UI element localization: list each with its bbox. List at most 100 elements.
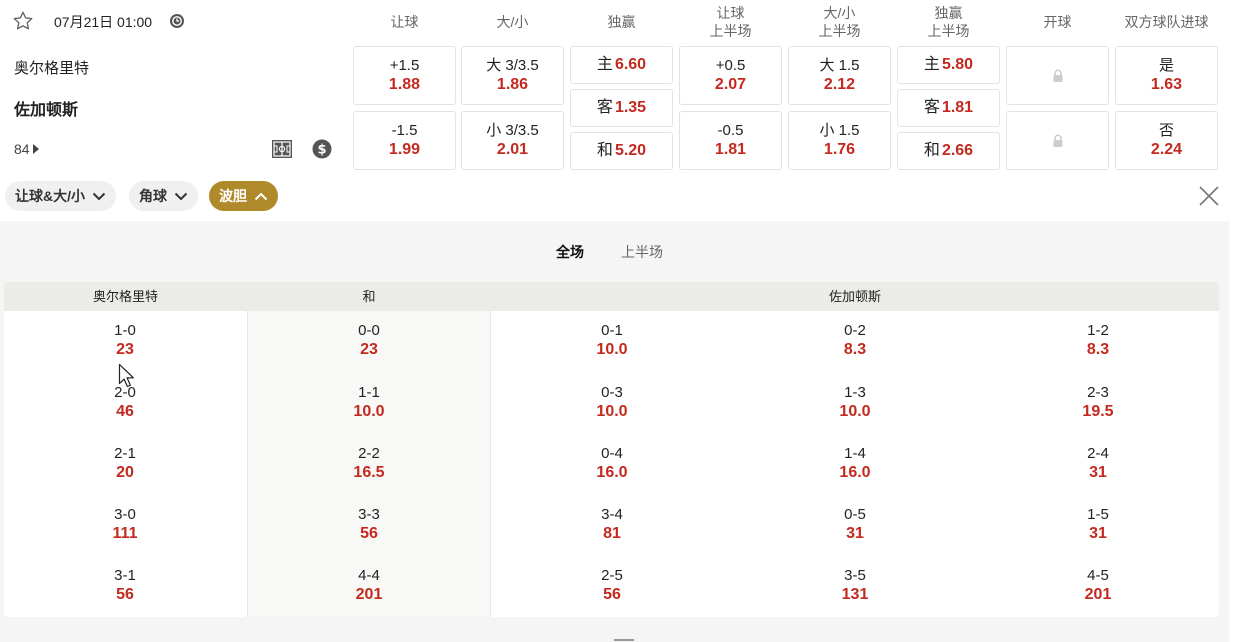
odds-cell-moneyline-draw[interactable]: 和 5.20 bbox=[570, 132, 673, 170]
score-cell[interactable]: 1-5 31 bbox=[1038, 506, 1158, 544]
odds-label: 是 bbox=[1158, 56, 1174, 74]
score-label: 2-3 bbox=[1087, 384, 1109, 401]
score-cell[interactable]: 3-3 56 bbox=[309, 506, 429, 544]
odds-cell-moneyline-home[interactable]: 主 6.60 bbox=[570, 46, 673, 84]
grid-header-home: 奥尔格里特 bbox=[92, 289, 158, 304]
odds-cell-handicap-away[interactable]: -1.5 1.99 bbox=[353, 111, 456, 170]
star-icon[interactable] bbox=[12, 10, 34, 32]
score-label: 3-4 bbox=[601, 506, 623, 523]
filter-label: 角球 bbox=[139, 188, 167, 204]
score-cell[interactable]: 0-3 10.0 bbox=[552, 384, 672, 422]
score-cell[interactable]: 1-1 10.0 bbox=[309, 384, 429, 422]
score-odds: 56 bbox=[603, 586, 621, 603]
odds-cell-total-ht-under[interactable]: 小 1.5 1.76 bbox=[788, 111, 891, 170]
score-cell[interactable]: 1-4 16.0 bbox=[795, 445, 915, 483]
odds-cell-total-ht-over[interactable]: 大 1.5 2.12 bbox=[788, 46, 891, 105]
score-cell[interactable]: 3-4 81 bbox=[552, 506, 672, 544]
odds-cell-moneyline-ht-home[interactable]: 主 5.80 bbox=[897, 46, 1000, 84]
score-cell[interactable]: 0-0 23 bbox=[309, 322, 429, 360]
score-cell[interactable]: 0-5 31 bbox=[795, 506, 915, 544]
col-head-total-ht: 大/小 上半场 bbox=[788, 0, 891, 44]
score-cell[interactable]: 2-0 46 bbox=[65, 384, 185, 422]
odds-cell-handicap-home[interactable]: +1.5 1.88 bbox=[353, 46, 456, 105]
score-odds: 23 bbox=[360, 341, 378, 358]
odds-cell-kickoff-locked bbox=[1006, 46, 1109, 105]
score-label: 0-1 bbox=[601, 322, 623, 339]
score-label: 3-5 bbox=[844, 567, 866, 584]
score-cell[interactable]: 2-1 20 bbox=[65, 445, 185, 483]
score-odds: 31 bbox=[846, 525, 864, 542]
pitch-icon[interactable] bbox=[271, 139, 293, 159]
tab-first-half[interactable]: 上半场 bbox=[621, 242, 663, 262]
score-label: 1-3 bbox=[844, 384, 866, 401]
score-cell[interactable]: 4-4 201 bbox=[309, 567, 429, 605]
odds-cell-total-over[interactable]: 大 3/3.5 1.86 bbox=[461, 46, 564, 105]
home-team: 奥尔格里特 bbox=[14, 60, 90, 77]
col-head-label: 大/小 bbox=[496, 14, 529, 30]
score-odds: 8.3 bbox=[1086, 341, 1110, 358]
col-head-handicap: 让球 bbox=[353, 0, 456, 44]
grid-header-away: 佐加顿斯 bbox=[828, 289, 881, 304]
odds-label: 大 1.5 bbox=[819, 56, 860, 74]
svg-text:$: $ bbox=[317, 143, 326, 158]
col-head-label: 大/小 bbox=[823, 5, 856, 21]
col-head-label: 独赢 bbox=[934, 5, 963, 21]
odds-label: 大 3/3.5 bbox=[486, 56, 539, 74]
score-cell[interactable]: 0-4 16.0 bbox=[552, 445, 672, 483]
odds-cell-btts-no[interactable]: 否 2.24 bbox=[1115, 111, 1218, 170]
match-row: 07月21日 01:00 奥尔格里特 佐加顿斯 84 $ 让球 大/小 独赢 让… bbox=[0, 0, 1246, 176]
tab-fulltime[interactable]: 全场 bbox=[556, 242, 584, 262]
col-head-label: 独赢 bbox=[607, 14, 636, 30]
score-odds: 20 bbox=[116, 464, 134, 481]
panel-more-indicator-icon bbox=[614, 639, 634, 641]
score-label: 2-1 bbox=[114, 445, 136, 462]
odds-value: 6.60 bbox=[614, 56, 647, 73]
score-odds: 10.0 bbox=[353, 403, 385, 420]
score-odds: 19.5 bbox=[1082, 403, 1114, 420]
more-markets-link[interactable]: 84 bbox=[14, 141, 39, 157]
score-label: 3-0 bbox=[114, 506, 136, 523]
score-label: 0-5 bbox=[844, 506, 866, 523]
odds-value: 2.24 bbox=[1150, 140, 1183, 158]
odds-value: 2.66 bbox=[941, 142, 974, 159]
score-cell[interactable]: 2-4 31 bbox=[1038, 445, 1158, 483]
filter-correct-score[interactable]: 波胆 bbox=[209, 181, 278, 211]
score-label: 1-0 bbox=[114, 322, 136, 339]
score-label: 0-4 bbox=[601, 445, 623, 462]
odds-cell-btts-yes[interactable]: 是 1.63 bbox=[1115, 46, 1218, 105]
col-head-kickoff: 开球 bbox=[1006, 0, 1109, 44]
score-odds: 10.0 bbox=[596, 341, 628, 358]
odds-cell-handicap-ht-away[interactable]: -0.5 1.81 bbox=[679, 111, 782, 170]
score-cell[interactable]: 1-3 10.0 bbox=[795, 384, 915, 422]
odds-cell-moneyline-ht-draw[interactable]: 和 2.66 bbox=[897, 132, 1000, 170]
odds-value: 1.81 bbox=[941, 99, 974, 116]
odds-value: 5.80 bbox=[941, 56, 974, 73]
col-head-total: 大/小 bbox=[461, 0, 564, 44]
col-head-label: 双方球队进球 bbox=[1124, 14, 1209, 30]
score-cell[interactable]: 4-5 201 bbox=[1038, 567, 1158, 605]
odds-label: 主 bbox=[596, 56, 613, 73]
odds-cell-total-under[interactable]: 小 3/3.5 2.01 bbox=[461, 111, 564, 170]
score-cell[interactable]: 3-5 131 bbox=[795, 567, 915, 605]
score-cell[interactable]: 2-3 19.5 bbox=[1038, 384, 1158, 422]
col-head-label: 开球 bbox=[1043, 14, 1072, 30]
score-cell[interactable]: 0-1 10.0 bbox=[552, 322, 672, 360]
score-cell[interactable]: 3-1 56 bbox=[65, 567, 185, 605]
col-head-label: 上半场 bbox=[927, 23, 970, 39]
odds-cell-handicap-ht-home[interactable]: +0.5 2.07 bbox=[679, 46, 782, 105]
close-icon[interactable] bbox=[1198, 185, 1220, 207]
dollar-icon[interactable]: $ bbox=[312, 139, 332, 159]
grid-header-draw: 和 bbox=[362, 289, 376, 304]
filter-corners[interactable]: 角球 bbox=[129, 181, 198, 211]
score-cell[interactable]: 3-0 111 bbox=[65, 506, 185, 544]
odds-cell-moneyline-ht-away[interactable]: 客 1.81 bbox=[897, 89, 1000, 127]
score-cell[interactable]: 2-2 16.5 bbox=[309, 445, 429, 483]
odds-value: 1.35 bbox=[614, 99, 647, 116]
score-odds: 16.5 bbox=[353, 464, 385, 481]
score-cell[interactable]: 1-2 8.3 bbox=[1038, 322, 1158, 360]
score-cell[interactable]: 2-5 56 bbox=[552, 567, 672, 605]
odds-cell-moneyline-away[interactable]: 客 1.35 bbox=[570, 89, 673, 127]
score-cell[interactable]: 1-0 23 bbox=[65, 322, 185, 360]
filter-handicap-total[interactable]: 让球&大/小 bbox=[5, 181, 116, 211]
score-cell[interactable]: 0-2 8.3 bbox=[795, 322, 915, 360]
